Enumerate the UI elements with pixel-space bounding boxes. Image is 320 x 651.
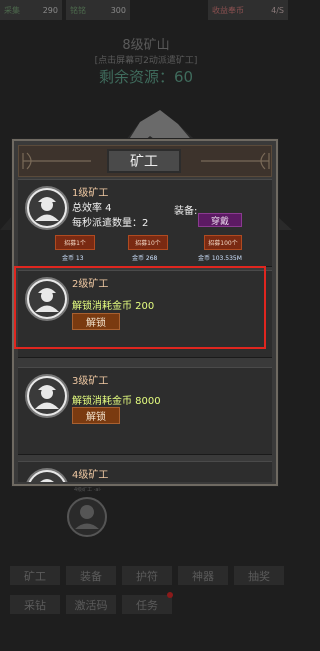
background-miner-tag: 4级矿工 ·ai· [74,487,102,493]
miner-card-3: 3级矿工 解锁消耗金币 8000 解锁 [18,367,272,455]
stat-income-value: 4/S [271,5,284,15]
header-ornament-right [201,152,270,170]
stat-gather: 采集 290 [0,0,62,20]
mine-title: 8级矿山 [122,38,170,53]
stat-income: 收益奉币 4/S [208,0,288,20]
nav-miner[interactable]: 矿工 [10,566,60,585]
stat-gather-label: 采集 [4,5,20,15]
nav-drill[interactable]: 采钻 [10,595,60,614]
nav-activation-code[interactable]: 激活码 [66,595,116,614]
stat-income-label: 收益奉币 [212,5,244,15]
remaining-resources-value: 60 [173,68,194,86]
background-miner-icon [67,497,107,537]
miner-card-1: 1级矿工 总效率 4 每秒派遣数量：2 装备: 穿戴 招募1个 金币 13 招募… [18,179,272,267]
stat-gather-value: 290 [42,5,58,15]
tasks-notification-dot [167,592,173,598]
dialog-title: 矿工 [107,149,181,173]
stat-second-label: 铭铭 [70,5,86,15]
remaining-resources-label: 剩余资源： [98,68,174,86]
wear-button[interactable]: 穿戴 [198,213,242,227]
stat-second: 铭铭 300 [66,0,130,20]
miner-avatar-icon [25,374,69,418]
header-ornament-left [22,152,91,170]
miner-level: 3级矿工 [72,376,109,387]
hire-100-cost: 金币 103.535M [198,255,242,262]
remaining-resources: 剩余资源：60 [0,66,292,87]
top-stats-bar: 采集 290 铭铭 300 收益奉币 4/S [0,0,292,22]
miner-avatar-icon [26,468,68,482]
dialog-header: 矿工 [18,145,272,177]
miner-avatar-icon [25,186,69,230]
nav-artifact[interactable]: 神器 [178,566,228,585]
highlight-box [14,266,266,349]
nav-amulet[interactable]: 护符 [122,566,172,585]
equipment-label: 装备: [174,206,198,217]
stat-second-value: 300 [110,5,126,15]
hire-1-button[interactable]: 招募1个 [55,235,95,250]
unlock-button[interactable]: 解锁 [72,407,120,424]
hire-100-button[interactable]: 招募100个 [204,235,242,250]
nav-lottery[interactable]: 抽奖 [234,566,284,585]
miner-efficiency: 总效率 4 [72,203,112,214]
miner-dispatch-rate: 每秒派遣数量：2 [72,218,149,229]
nav-tasks[interactable]: 任务 [122,595,172,614]
miner-level: 1级矿工 [72,188,109,199]
mine-hint: [点击屏幕可2动派遣矿工] [94,56,198,66]
nav-equipment[interactable]: 装备 [66,566,116,585]
hire-10-button[interactable]: 招募10个 [128,235,168,250]
hire-1-cost: 金币 13 [62,255,84,262]
hire-10-cost: 金币 268 [132,255,158,262]
miner-card-4: 4级矿工 [18,461,272,482]
miner-level: 4级矿工 [72,470,109,481]
unlock-cost: 解锁消耗金币 8000 [72,396,161,407]
